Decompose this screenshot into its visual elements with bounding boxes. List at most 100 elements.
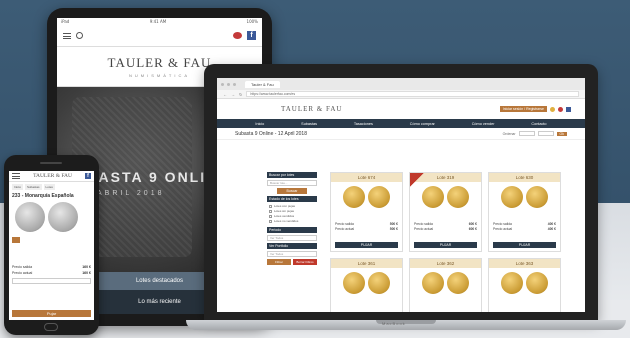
site-logo[interactable]: TAULER & FAU (281, 105, 342, 113)
period-heading: Periodo (267, 227, 317, 233)
phone-home-button[interactable] (44, 323, 58, 331)
language-en-icon[interactable] (558, 106, 563, 112)
coin-reverse-image[interactable] (447, 272, 469, 294)
lot-title[interactable]: Lote 361 (331, 259, 402, 268)
back-icon[interactable]: ← (223, 92, 227, 97)
forward-icon[interactable]: → (231, 92, 235, 97)
lot-search-input[interactable]: Buscar lote... (267, 180, 317, 186)
bid-button[interactable]: PUJAR (493, 242, 556, 248)
coin-reverse-image[interactable] (48, 202, 78, 232)
filter-checkbox[interactable]: Lotes con pujas (269, 204, 315, 208)
start-price-label: Precio salida (12, 265, 33, 269)
period-select[interactable]: Ver Todos (267, 235, 317, 241)
search-button[interactable]: Buscar (277, 188, 307, 194)
lot-card[interactable]: Lote 361 (330, 258, 403, 312)
coin-reverse-image[interactable] (368, 272, 390, 294)
start-price: 400 € (547, 222, 556, 226)
sort-ok-button[interactable]: Ok (556, 131, 567, 136)
coin-obverse-image[interactable] (422, 186, 444, 208)
laptop-base (186, 320, 626, 330)
bid-button[interactable]: PUJAR (414, 242, 477, 248)
lot-card[interactable]: Lote 363 (488, 258, 561, 312)
facebook-icon[interactable]: f (247, 31, 256, 40)
login-register-button[interactable]: Iniciar sesión / Registrarse (499, 106, 547, 112)
lot-title: 233 - Monarquía Española (12, 193, 74, 199)
bid-amount-input[interactable] (12, 278, 91, 284)
start-price-label: Precio salida (493, 222, 512, 226)
menu-icon[interactable] (63, 32, 71, 39)
facebook-icon[interactable] (566, 106, 571, 112)
filter-checkbox[interactable]: Lotes sin pujas (269, 209, 315, 213)
browser-titlebar: Tauler & Fau (217, 78, 585, 90)
tab-home[interactable]: Inicio (12, 184, 24, 190)
facebook-icon[interactable]: f (85, 173, 91, 179)
coin-obverse-image[interactable] (15, 202, 45, 232)
lot-card[interactable]: Lote 362 (409, 258, 482, 312)
sort-label: Ordenar (502, 131, 516, 136)
address-bar[interactable]: https://www.taulerfau.com/es (246, 91, 579, 97)
coin-reverse-image[interactable] (526, 186, 548, 208)
lot-card[interactable]: Lote 630 Precio salida 400 € Precio actua… (488, 172, 561, 252)
nav-contact[interactable]: Contacto (531, 122, 546, 126)
brand-subtitle: NUMISMÁTICA (129, 73, 190, 78)
lot-title[interactable]: Lote 674 (331, 173, 402, 182)
checkbox-icon[interactable] (269, 214, 272, 218)
window-minimize-icon[interactable] (227, 82, 230, 86)
phone-logo[interactable]: TAULER & FAU (33, 173, 72, 179)
checkbox-icon[interactable] (269, 209, 272, 213)
coin-reverse-image[interactable] (447, 186, 469, 208)
lot-card[interactable]: Lote 319 Precio salida 600 € Precio actua… (409, 172, 482, 252)
tab-lots[interactable]: Lotes (43, 184, 55, 190)
portfolio-select[interactable]: Ver Todos (267, 251, 317, 257)
start-price-label: Precio salida (335, 222, 354, 226)
laptop-brand-label: MacBook (382, 321, 406, 326)
nav-valuations[interactable]: Tasaciones (354, 122, 373, 126)
tab-auctions[interactable]: Subastas (25, 184, 42, 190)
window-maximize-icon[interactable] (233, 82, 236, 86)
bid-button[interactable]: PUJAR (335, 242, 398, 248)
per-page-select[interactable] (537, 131, 554, 136)
reload-icon[interactable]: ↻ (239, 92, 242, 97)
phone-screen: TAULER & FAU f Inicio Subastas Lotes 233… (9, 171, 94, 320)
nav-home[interactable]: Inicio (255, 122, 264, 126)
current-price: 600 € (468, 227, 477, 231)
filter-checkbox[interactable]: Lotes no vendidos (269, 219, 315, 223)
hero-date: ABRIL 2018 (97, 190, 165, 197)
checkbox-label: Lotes vendidos (274, 214, 295, 218)
language-es-icon[interactable] (550, 106, 555, 112)
bid-button[interactable]: Pujar (12, 310, 91, 317)
coin-obverse-image[interactable] (343, 186, 365, 208)
current-price: 400 € (547, 227, 556, 231)
coin-obverse-image[interactable] (422, 272, 444, 294)
lot-title[interactable]: Lote 363 (489, 259, 560, 268)
apply-filter-button[interactable]: Filtrar (267, 259, 291, 265)
coin-reverse-image[interactable] (368, 186, 390, 208)
coin-obverse-image[interactable] (501, 272, 523, 294)
checkbox-icon[interactable] (269, 219, 272, 223)
lot-card[interactable]: Lote 674 Precio salida 500 € Precio actua… (330, 172, 403, 252)
coin-obverse-image[interactable] (343, 272, 365, 294)
current-price: 500 € (389, 227, 398, 231)
window-close-icon[interactable] (221, 82, 224, 86)
filter-sidebar: Buscar por lotes Buscar lote... Buscar E… (267, 172, 317, 265)
nav-how-to-sell[interactable]: Cómo vender (472, 122, 495, 126)
filter-checkbox[interactable]: Lotes vendidos (269, 214, 315, 218)
nav-auctions[interactable]: Subastas (301, 122, 317, 126)
language-flag-icon[interactable] (233, 32, 242, 39)
coin-obverse-image[interactable] (501, 186, 523, 208)
laptop-device: Tauler & Fau ← → ↻ https://www.taulerfau… (204, 64, 598, 320)
coin-reverse-image[interactable] (526, 272, 548, 294)
menu-icon[interactable] (12, 173, 20, 179)
lot-title[interactable]: Lote 362 (410, 259, 481, 268)
nav-how-to-buy[interactable]: Cómo comprar (410, 122, 435, 126)
tablet-status-bar: iPad 9:41 AM 100% (57, 18, 262, 25)
user-icon[interactable] (76, 32, 83, 39)
sort-select[interactable] (518, 131, 535, 136)
checkbox-icon[interactable] (269, 204, 272, 208)
phone-header: TAULER & FAU f (9, 171, 94, 182)
clear-filter-button[interactable]: Borrar Filtros (293, 259, 317, 265)
status-time: 9:41 AM (149, 19, 167, 24)
lot-title[interactable]: Lote 630 (489, 173, 560, 182)
browser-tab[interactable]: Tauler & Fau (245, 80, 280, 88)
start-price: 160 € (82, 265, 91, 269)
